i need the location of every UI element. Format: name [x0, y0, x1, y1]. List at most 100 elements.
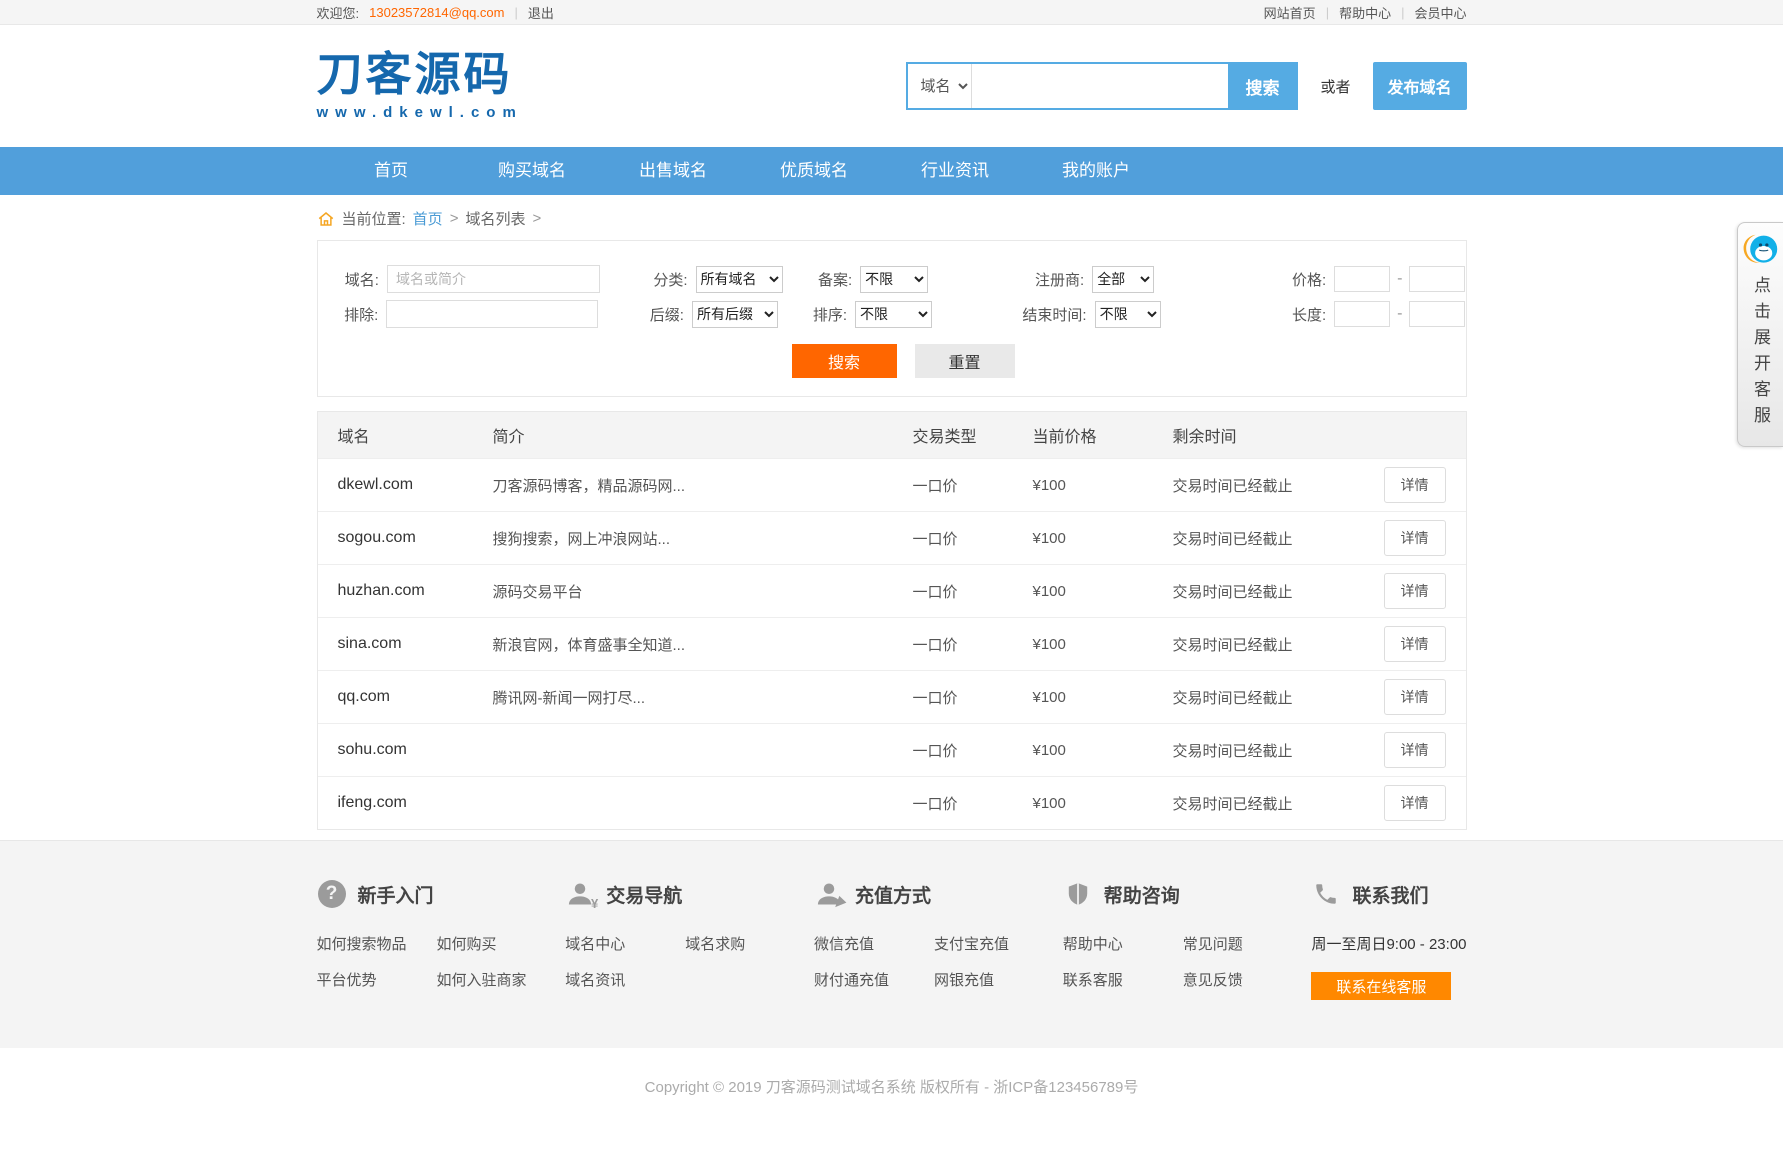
cell-desc: 搜狗搜索，网上冲浪网站... — [493, 528, 913, 549]
footer-link[interactable]: 如何购买 — [437, 933, 557, 954]
footer-section-contact: 联系我们 周一至周日9:00 - 23:00 联系在线客服 — [1311, 879, 1466, 1000]
nav-item-label[interactable]: 购买域名 — [462, 147, 603, 195]
cell-price: ¥100 — [1033, 795, 1173, 812]
detail-button[interactable]: 详情 — [1384, 732, 1446, 768]
customer-service-widget[interactable]: 点击展开客服 — [1737, 222, 1783, 447]
cell-type: 一口价 — [913, 740, 1033, 761]
footer-section-title: 充值方式 — [855, 881, 931, 908]
footer-link[interactable]: 如何搜索物品 — [317, 933, 437, 954]
user-email-link[interactable]: 13023572814@qq.com — [369, 5, 504, 20]
nav-item-buy-domain[interactable]: 购买域名 — [462, 147, 603, 195]
publish-domain-button[interactable]: 发布域名 — [1373, 62, 1467, 110]
nav-item-sell-domain[interactable]: 出售域名 — [603, 147, 744, 195]
cell-price: ¥100 — [1033, 689, 1173, 706]
cell-price: ¥100 — [1033, 583, 1173, 600]
footer-link[interactable]: 常见问题 — [1183, 933, 1303, 954]
column-header-price: 当前价格 — [1033, 423, 1173, 447]
topbar-link-help[interactable]: 帮助中心 — [1339, 3, 1391, 22]
main-nav: 首页 购买域名 出售域名 优质域名 行业资讯 我的账户 — [0, 147, 1783, 195]
beian-select[interactable]: 不限 — [860, 266, 927, 293]
length-min-input[interactable] — [1334, 301, 1390, 327]
footer-link[interactable]: 微信充值 — [814, 933, 934, 954]
sort-select[interactable]: 不限 — [855, 301, 932, 328]
or-label: 或者 — [1320, 76, 1350, 97]
endtime-select[interactable]: 不限 — [1095, 301, 1162, 328]
header-search-input[interactable] — [972, 64, 1228, 108]
cell-type: 一口价 — [913, 581, 1033, 602]
detail-button[interactable]: 详情 — [1384, 626, 1446, 662]
site-logo[interactable]: 刀客源码 www.dkewl.com — [317, 51, 523, 121]
footer-link[interactable]: 帮助中心 — [1063, 933, 1183, 954]
nav-item-label[interactable]: 首页 — [321, 147, 462, 195]
footer-link[interactable]: 意见反馈 — [1183, 969, 1303, 990]
cell-time: 交易时间已经截止 — [1173, 687, 1336, 708]
footer-section-help: 帮助咨询 帮助中心 常见问题 联系客服 意见反馈 — [1063, 879, 1303, 1000]
topbar-link-member[interactable]: 会员中心 — [1414, 3, 1466, 22]
footer-link[interactable]: 域名中心 — [565, 933, 685, 954]
footer-section-trade: 交易导航 域名中心 域名求购 域名资讯 — [565, 879, 805, 1000]
table-row: huzhan.com 源码交易平台 一口价 ¥100 交易时间已经截止 详情 — [318, 564, 1466, 617]
column-header-domain: 域名 — [318, 423, 493, 447]
footer-link[interactable]: 域名资讯 — [565, 969, 685, 990]
topbar-link-home[interactable]: 网站首页 — [1264, 3, 1316, 22]
column-header-desc: 简介 — [493, 423, 913, 447]
footer-link[interactable]: 财付通充值 — [814, 969, 934, 990]
column-header-type: 交易类型 — [913, 423, 1033, 447]
footer-link[interactable]: 如何入驻商家 — [437, 969, 557, 990]
suffix-select[interactable]: 所有后缀 — [692, 301, 778, 328]
cell-domain: ifeng.com — [318, 794, 493, 812]
footer-section-title: 帮助咨询 — [1104, 881, 1180, 908]
logout-link[interactable]: 退出 — [528, 3, 554, 22]
footer-link[interactable]: 支付宝充值 — [934, 933, 1054, 954]
nav-item-home[interactable]: 首页 — [321, 147, 462, 195]
filter-search-button[interactable]: 搜索 — [792, 344, 897, 378]
nav-item-label[interactable]: 优质域名 — [744, 147, 885, 195]
detail-button[interactable]: 详情 — [1384, 467, 1446, 503]
detail-button[interactable]: 详情 — [1384, 520, 1446, 556]
cell-time: 交易时间已经截止 — [1173, 634, 1336, 655]
domain-filter-label: 域名: — [318, 269, 387, 290]
category-select[interactable]: 所有域名 — [696, 266, 783, 293]
service-hours: 周一至周日9:00 - 23:00 — [1311, 933, 1466, 954]
detail-button[interactable]: 详情 — [1384, 679, 1446, 715]
price-max-input[interactable] — [1409, 266, 1465, 292]
nav-item-premium-domain[interactable]: 优质域名 — [744, 147, 885, 195]
cell-type: 一口价 — [913, 793, 1033, 814]
footer-link[interactable]: 域名求购 — [685, 933, 805, 954]
header-search-button[interactable]: 搜索 — [1228, 64, 1296, 108]
registrar-select[interactable]: 全部 — [1092, 266, 1153, 293]
logo-subtitle: www.dkewl.com — [317, 104, 523, 121]
detail-button[interactable]: 详情 — [1384, 573, 1446, 609]
table-row: sogou.com 搜狗搜索，网上冲浪网站... 一口价 ¥100 交易时间已经… — [318, 511, 1466, 564]
nav-item-industry-news[interactable]: 行业资讯 — [885, 147, 1026, 195]
cell-domain: sina.com — [318, 635, 493, 653]
domain-filter-input[interactable] — [387, 265, 600, 293]
separator: | — [1326, 5, 1329, 20]
topbar: 欢迎您: 13023572814@qq.com | 退出 网站首页 | 帮助中心… — [0, 0, 1783, 25]
table-row: ifeng.com 一口价 ¥100 交易时间已经截止 详情 — [318, 776, 1466, 829]
breadcrumb-current-link[interactable]: 域名列表 — [465, 208, 525, 229]
filter-reset-button[interactable]: 重置 — [915, 344, 1015, 378]
cell-type: 一口价 — [913, 687, 1033, 708]
nav-item-label[interactable]: 我的账户 — [1026, 147, 1167, 195]
nav-item-label[interactable]: 行业资讯 — [885, 147, 1026, 195]
home-icon — [317, 210, 335, 228]
detail-button[interactable]: 详情 — [1384, 785, 1446, 821]
contact-online-service-button[interactable]: 联系在线客服 — [1311, 972, 1451, 1000]
footer-section-title: 新手入门 — [358, 881, 434, 908]
footer-link[interactable]: 平台优势 — [317, 969, 437, 990]
footer-link[interactable]: 网银充值 — [934, 969, 1054, 990]
nav-item-label[interactable]: 出售域名 — [603, 147, 744, 195]
price-min-input[interactable] — [1334, 266, 1390, 292]
price-filter-label: 价格: — [1154, 269, 1334, 290]
length-max-input[interactable] — [1409, 301, 1465, 327]
breadcrumb-home-link[interactable]: 首页 — [413, 208, 443, 229]
footer-section-recharge: 充值方式 微信充值 支付宝充值 财付通充值 网银充值 — [814, 879, 1054, 1000]
cell-desc: 腾讯网-新闻一网打尽... — [493, 687, 913, 708]
footer-link[interactable]: 联系客服 — [1063, 969, 1183, 990]
search-type-select[interactable]: 域名 — [908, 64, 972, 108]
exclude-filter-input[interactable] — [386, 300, 597, 328]
breadcrumb-separator: > — [450, 210, 459, 227]
registrar-filter-label: 注册商: — [928, 269, 1093, 290]
nav-item-my-account[interactable]: 我的账户 — [1026, 147, 1167, 195]
